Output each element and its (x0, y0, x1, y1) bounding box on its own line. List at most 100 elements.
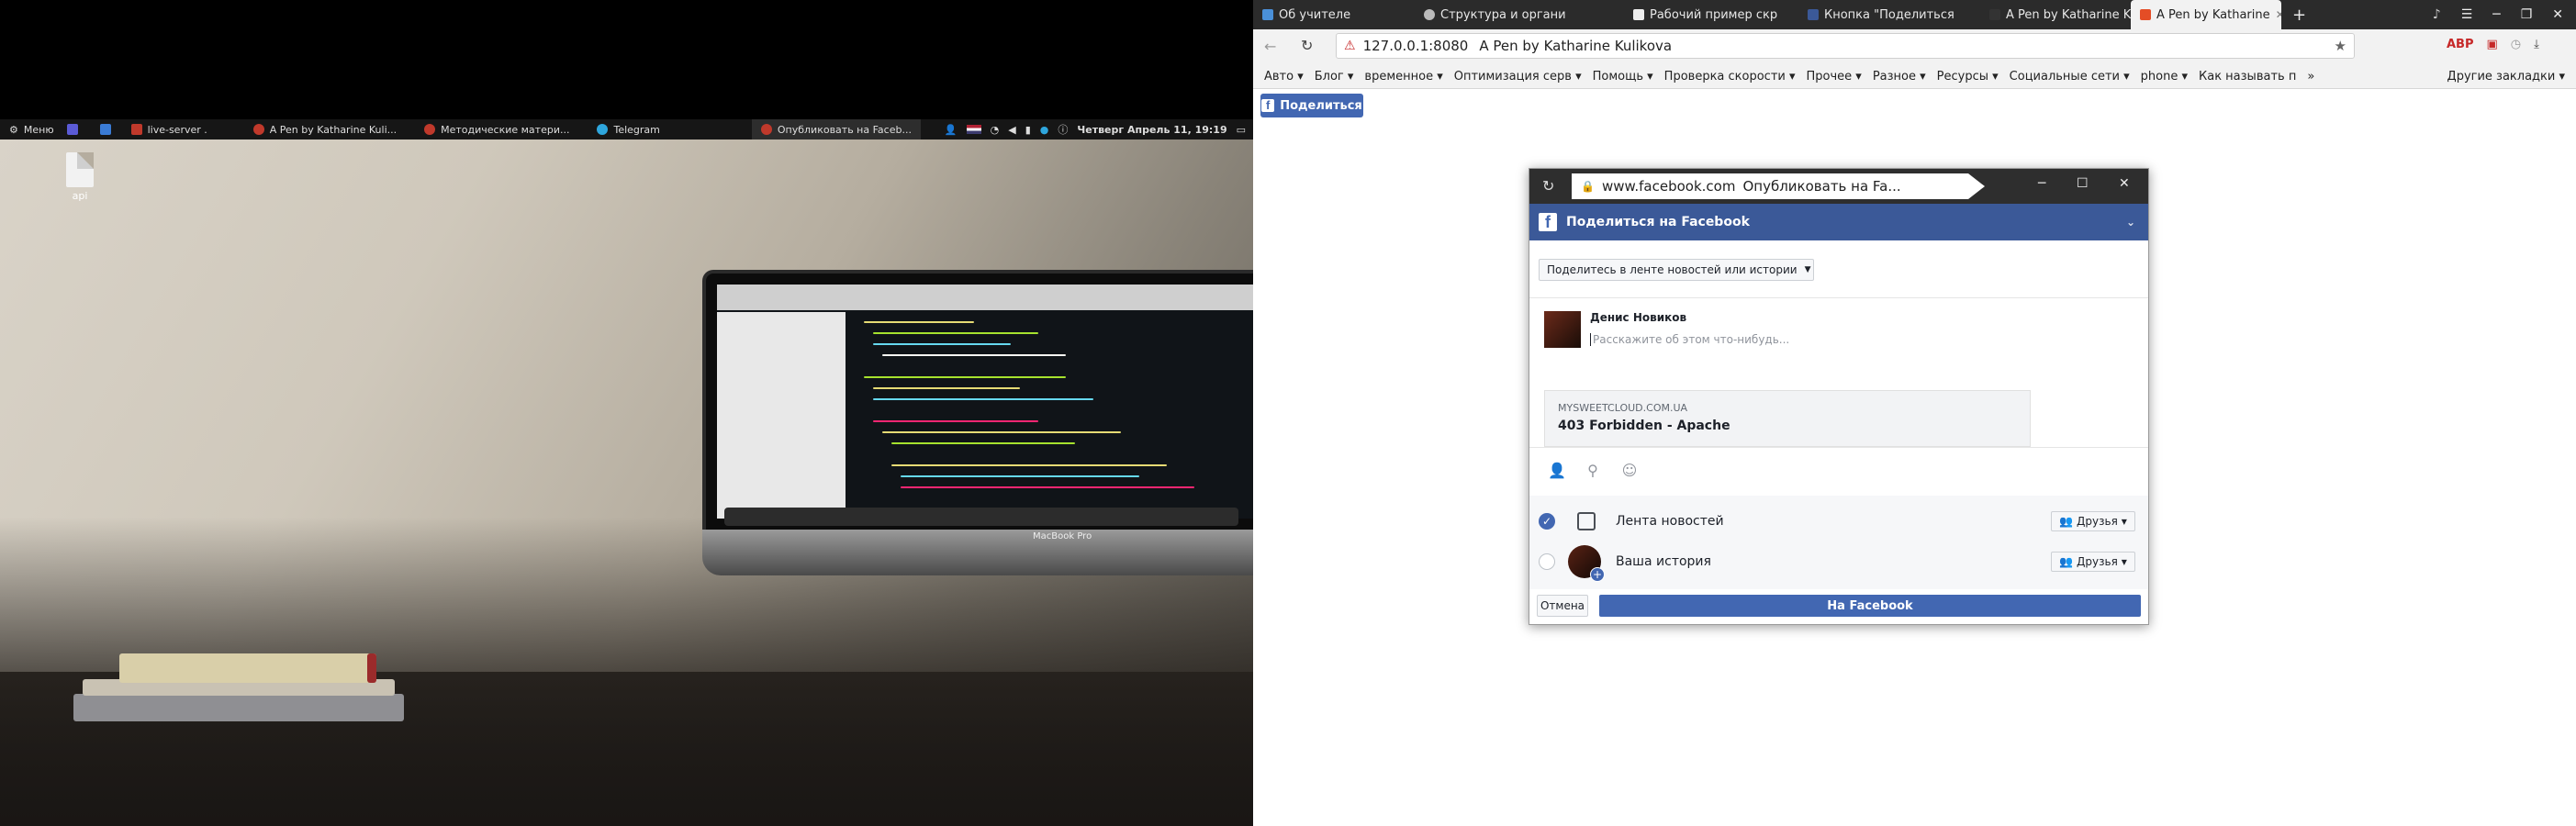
address-bar[interactable]: ⚠ 127.0.0.1:8080 A Pen by Katharine Kuli… (1336, 33, 2355, 59)
taskbar-item-label: Telegram (613, 123, 660, 136)
share-destinations: ✓ Лента новостей 👥 Друзья ▼ + Ваша истор… (1529, 496, 2148, 589)
plus-icon: + (2292, 5, 2307, 25)
browser-tab[interactable]: Рабочий пример скр (1624, 0, 1786, 29)
taskbar-item-label: Опубликовать на Faceb... (777, 123, 912, 136)
bookmark-folder[interactable]: Разное ▾ (1867, 70, 1932, 84)
extension-icon[interactable]: ♪ (2433, 7, 2441, 22)
tab-label: Рабочий пример скр (1650, 7, 1778, 22)
audience-selector[interactable]: 👥 Друзья ▼ (2051, 552, 2135, 572)
taskbar-item-label: A Pen by Katharine Kuli... (269, 123, 398, 136)
clock-icon[interactable]: ◷ (2511, 38, 2521, 51)
minimize-icon[interactable]: ─ (2492, 7, 2500, 22)
news-feed-icon (1577, 512, 1596, 530)
other-bookmarks[interactable]: Другие закладки ▾ (2442, 70, 2576, 84)
extension-icon[interactable]: ▣ (2487, 38, 2498, 51)
browser-tab[interactable]: A Pen by Katharine K (1980, 0, 2131, 29)
plus-icon: + (1590, 567, 1605, 582)
destination-row-story[interactable]: + Ваша история 👥 Друзья ▼ (1529, 541, 2148, 582)
popup-titlebar: ↻ 🔒 www.facebook.com Опубликовать на Fa.… (1529, 169, 2148, 204)
link-title: 403 Forbidden - Apache (1558, 419, 1730, 433)
destination-row-news-feed[interactable]: ✓ Лента новостей 👥 Друзья ▼ (1529, 501, 2148, 541)
taskbar-item-active[interactable]: Опубликовать на Faceb... (751, 119, 921, 140)
bookmark-folder[interactable]: Блог ▾ (1309, 70, 1360, 84)
bookmark-folder[interactable]: phone ▾ (2135, 70, 2193, 84)
start-menu-label: Меню (23, 123, 54, 136)
tab-label: Кнопка "Поделиться (1824, 7, 1954, 22)
wallpaper-books (73, 653, 422, 727)
browser-tab[interactable]: Кнопка "Поделиться (1798, 0, 1960, 29)
browser-tab-active[interactable]: A Pen by Katharine ✕ (2131, 0, 2281, 29)
audience-selector[interactable]: 👥 Друзья ▼ (2051, 511, 2135, 531)
audience-label: Друзья (2077, 515, 2118, 528)
bookmark-star-icon[interactable]: ★ (2335, 38, 2346, 54)
bookmark-folder[interactable]: Проверка скорости ▾ (1659, 70, 1801, 84)
tab-label: A Pen by Katharine (2156, 7, 2270, 22)
workspace-switcher[interactable] (63, 119, 115, 140)
taskbar-item[interactable]: live-server . (122, 119, 217, 140)
page-content: f Поделиться ↻ 🔒 www.facebook.com Опубли… (1253, 89, 2576, 826)
tag-friends-icon[interactable]: 👤 (1548, 463, 1566, 479)
laptop-menubar (717, 285, 1253, 310)
caret-down-icon: ▼ (2121, 557, 2127, 566)
taskbar-item[interactable]: A Pen by Katharine Kuli... (244, 119, 406, 140)
info-icon[interactable]: ⓘ (1058, 122, 1068, 137)
unchecked-icon[interactable] (1539, 553, 1555, 570)
fb-share-button[interactable]: f Поделиться (1260, 94, 1363, 117)
close-icon[interactable]: ✕ (2119, 176, 2130, 191)
page-icon (1262, 9, 1273, 20)
download-icon[interactable]: ⤓ (2534, 38, 2539, 51)
checkmark-icon[interactable]: ✓ (1539, 513, 1555, 530)
browser-toolbar: ← ↻ ⚠ 127.0.0.1:8080 A Pen by Katharine … (1253, 29, 2576, 64)
maximize-icon[interactable]: ☐ (2077, 176, 2089, 191)
start-menu-button[interactable]: ⚙ Меню (0, 119, 63, 140)
composer-input[interactable]: Расскажите об этом что-нибудь... (1590, 333, 2125, 346)
cancel-button[interactable]: Отмена (1537, 595, 1588, 617)
menu-icon[interactable]: ☰ (2461, 7, 2473, 22)
bookmark-folder[interactable]: временное ▾ (1359, 70, 1448, 84)
close-window-icon[interactable]: ✕ (2552, 7, 2563, 22)
share-target-dropdown[interactable]: Поделитесь в ленте новостей или истории … (1539, 259, 1814, 281)
flag-icon[interactable] (966, 125, 981, 134)
post-to-facebook-button[interactable]: На Facebook (1599, 595, 2141, 617)
back-icon[interactable]: ← (1264, 38, 1276, 55)
bookmark-folder[interactable]: Социальные сети ▾ (2004, 70, 2135, 84)
clock[interactable]: Четверг Апрель 11, 19:19 (1077, 124, 1226, 136)
bookmark-folder[interactable]: Оптимизация серв ▾ (1449, 70, 1587, 84)
taskbar-item[interactable]: Telegram (588, 119, 668, 140)
bookmarks-overflow[interactable]: » (2302, 70, 2320, 84)
location-icon[interactable]: ⚲ (1585, 463, 1601, 479)
restore-icon[interactable]: ❐ (2521, 7, 2533, 22)
link-preview-card[interactable]: MYSWEETCLOUD.COM.UA 403 Forbidden - Apac… (1544, 390, 2031, 447)
reload-icon[interactable]: ↻ (1301, 37, 1313, 54)
popup-url-title: Опубликовать на Fa... (1742, 178, 1901, 195)
adblock-icon[interactable]: ABP (2447, 38, 2474, 51)
user-icon[interactable]: 👤 (945, 124, 958, 136)
desktop-file-label: api (72, 190, 88, 202)
desktop-file[interactable]: api (57, 152, 103, 202)
facebook-icon: f (1261, 99, 1275, 112)
emoji-icon[interactable]: ☺ (1621, 463, 1638, 479)
chat-icon[interactable]: ● (1040, 124, 1049, 136)
bookmark-folder[interactable]: Ресурсы ▾ (1932, 70, 2004, 84)
popup-address-bar[interactable]: 🔒 www.facebook.com Опубликовать на Fa... (1572, 173, 1985, 199)
laptop-dock (724, 508, 1238, 526)
reload-icon[interactable]: ↻ (1542, 177, 1554, 195)
browser-tab[interactable]: Структура и органи (1415, 0, 1576, 29)
desktop-wallpaper: MacBook Pro api (0, 140, 1253, 826)
minimize-icon[interactable]: ─ (2038, 176, 2045, 191)
wifi-icon[interactable]: ◔ (991, 124, 1000, 136)
window-icon[interactable]: ▭ (1237, 124, 1246, 136)
bookmark-folder[interactable]: Авто ▾ (1253, 70, 1309, 84)
bookmark-link[interactable]: Как называть п (2193, 70, 2302, 84)
dialog-footer: Отмена На Facebook (1529, 589, 2148, 624)
close-tab-icon[interactable]: ✕ (2276, 8, 2281, 21)
new-tab-button[interactable]: + (2283, 0, 2311, 29)
taskbar-item[interactable]: Методические матери... (415, 119, 578, 140)
window-controls: ♪ ☰ ─ ❐ ✕ (2433, 0, 2576, 29)
chevron-down-icon[interactable]: ⌄ (2126, 216, 2135, 229)
bookmark-folder[interactable]: Прочее ▾ (1801, 70, 1867, 84)
volume-icon[interactable]: ◀ (1008, 124, 1015, 136)
browser-tab[interactable]: Об учителе (1253, 0, 1415, 29)
bookmark-folder[interactable]: Помощь ▾ (1587, 70, 1659, 84)
battery-icon[interactable]: ▮ (1025, 124, 1031, 136)
